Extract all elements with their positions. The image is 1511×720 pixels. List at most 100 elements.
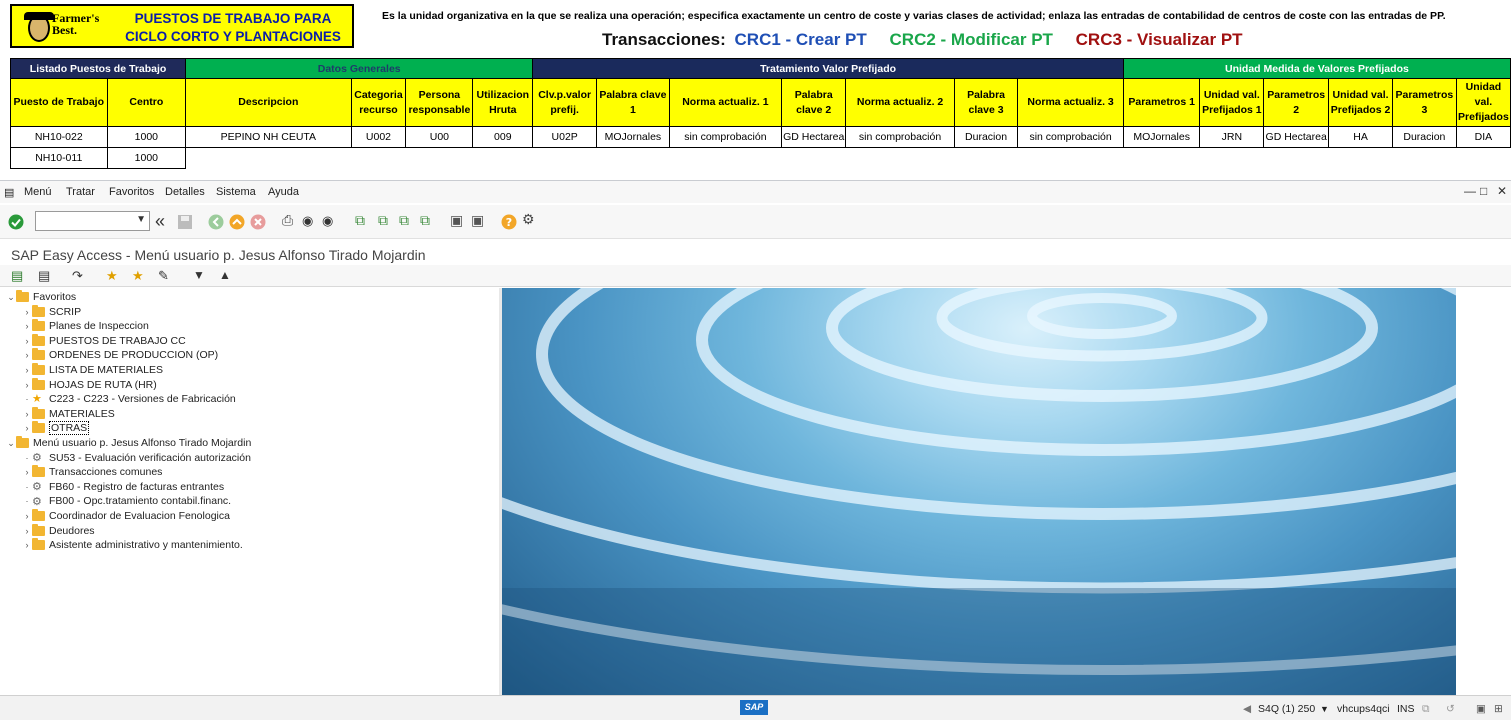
table-cell[interactable]: NH10-011 [10, 147, 108, 169]
table-cell[interactable]: U00 [405, 126, 474, 148]
table-cell[interactable]: Duracion [953, 126, 1019, 148]
first-page-icon[interactable]: ⧉ [355, 212, 371, 228]
menu-item-detalles[interactable]: Detalles [165, 186, 205, 198]
table-cell[interactable]: PEPINO NH CEUTA [185, 126, 352, 148]
expand-icon[interactable]: › [22, 307, 32, 317]
tree-node-favorite[interactable]: › SCRIP [22, 304, 81, 319]
expand-icon[interactable]: › [22, 511, 32, 521]
table-cell[interactable]: 1000 [106, 147, 187, 169]
previous-page-icon[interactable]: ⧉ [378, 212, 394, 228]
tree-node-user-item[interactable]: › Asistente administrativo y mantenimient… [22, 538, 243, 552]
edit-favorite-icon[interactable]: ✎ [158, 268, 174, 284]
menu-item-favoritos[interactable]: Favoritos [109, 186, 154, 198]
table-cell[interactable]: U002 [350, 126, 407, 148]
table-cell[interactable]: GD Hectarea [1263, 126, 1330, 148]
tree-node-user-item[interactable]: · ⚙ FB00 - Opc.tratamiento contabil.financ… [22, 494, 232, 508]
tree-node-favorite[interactable]: › LISTA DE MATERIALES [22, 363, 163, 377]
insert-mode[interactable]: INS [1397, 703, 1415, 715]
tree-node-favorite[interactable]: › ORDENES DE PRODUCCION (OP) [22, 348, 218, 362]
back-icon[interactable] [208, 214, 224, 230]
tree-node-user-item[interactable]: › Transacciones comunes [22, 465, 162, 479]
table-cell[interactable]: MOJornales [1122, 126, 1201, 148]
expand-icon[interactable]: › [22, 321, 32, 331]
table-cell[interactable]: DIA [1455, 126, 1511, 148]
expand-icon[interactable]: · [22, 394, 32, 404]
lock-icon[interactable]: ▣ [1476, 703, 1486, 715]
settings-gear-icon[interactable]: ⚙ [522, 211, 538, 227]
next-page-icon[interactable]: ⧉ [399, 212, 415, 228]
collapse-icon[interactable]: ⌄ [6, 292, 16, 303]
tree-node-user-item[interactable]: › Deudores [22, 523, 95, 538]
expand-icon[interactable]: · [22, 453, 32, 463]
table-cell[interactable]: 009 [472, 126, 534, 148]
new-session-icon[interactable]: ▣ [450, 212, 466, 228]
expand-icon[interactable]: › [22, 409, 32, 419]
table-cell[interactable]: 1000 [106, 126, 187, 148]
expand-icon[interactable]: · [22, 482, 32, 492]
find-next-icon[interactable]: ◉ [322, 213, 338, 229]
move-down-icon[interactable]: ▼ [193, 268, 209, 284]
sap-menu-icon[interactable]: ▤ [38, 268, 54, 284]
cancel-icon[interactable] [250, 214, 266, 230]
tree-node-favorite[interactable]: › OTRAS [22, 421, 90, 436]
table-cell[interactable]: GD Hectarea [781, 126, 847, 148]
enter-check-icon[interactable] [8, 214, 24, 230]
tree-node-user-menu[interactable]: ⌄ Menú usuario p. Jesus Alfonso Tirado Mo… [6, 436, 251, 450]
command-field[interactable]: ▼ [35, 211, 150, 231]
tree-node-favoritos[interactable]: ⌄ Favoritos [6, 290, 76, 304]
tree-node-favorite[interactable]: · ★ C223 - C223 - Versiones de Fabricación [22, 392, 236, 406]
table-cell[interactable]: sin comprobación [1017, 126, 1124, 148]
last-page-icon[interactable]: ⧉ [420, 212, 436, 228]
collapse-icon[interactable]: ⌄ [6, 438, 16, 449]
tree-node-user-item[interactable]: › Coordinador de Evaluacion Fenologica [22, 509, 230, 523]
system-dropdown-icon[interactable]: ▼ [1320, 704, 1329, 714]
move-up-icon[interactable]: ▲ [219, 268, 235, 284]
system-info[interactable]: S4Q (1) 250 [1258, 703, 1315, 715]
menu-item-ayuda[interactable]: Ayuda [268, 186, 299, 198]
expand-icon[interactable]: › [22, 365, 32, 375]
status-icon-1[interactable]: ⧉ [1422, 703, 1430, 716]
expand-icon[interactable]: › [22, 540, 32, 550]
add-favorite-icon[interactable]: ★ [106, 268, 122, 284]
expand-icon[interactable]: › [22, 336, 32, 346]
expand-icon[interactable]: › [22, 423, 32, 433]
delete-favorite-icon[interactable]: ★ [132, 268, 148, 284]
close-icon[interactable]: ✕ [1497, 184, 1507, 198]
menu-item-sistema[interactable]: Sistema [216, 186, 256, 198]
status-icon-3[interactable]: ⊞ [1494, 703, 1503, 715]
save-icon[interactable] [177, 214, 193, 230]
find-icon[interactable]: ◉ [302, 213, 318, 229]
status-arrow-icon[interactable]: ◀ [1243, 703, 1251, 715]
help-icon[interactable]: ? [501, 214, 517, 230]
table-cell[interactable]: HA [1328, 126, 1393, 148]
menu-item-menu[interactable]: Menú [24, 186, 52, 198]
tree-node-user-item[interactable]: · ⚙ SU53 - Evaluación verificación autoriz… [22, 451, 251, 465]
exit-icon[interactable] [229, 214, 245, 230]
expand-icon[interactable]: › [22, 380, 32, 390]
tree-node-favorite[interactable]: › MATERIALES [22, 406, 115, 421]
expand-icon[interactable]: › [22, 350, 32, 360]
chevron-down-icon[interactable]: ▼ [136, 214, 146, 225]
other-menu-icon[interactable]: ↷ [72, 268, 88, 284]
user-menu-icon[interactable]: ▤ [11, 268, 27, 284]
shortcut-icon[interactable]: ▣ [471, 212, 487, 228]
minimize-icon[interactable]: — [1464, 184, 1476, 198]
expand-icon[interactable]: › [22, 467, 32, 477]
back-double-arrow-icon[interactable]: « [155, 211, 171, 231]
expand-icon[interactable]: · [22, 496, 32, 506]
table-cell[interactable]: sin comprobación [845, 126, 955, 148]
table-cell[interactable]: U02P [532, 126, 598, 148]
menu-item-tratar[interactable]: Tratar [66, 186, 95, 198]
print-icon[interactable]: ⎙ [282, 212, 298, 228]
expand-icon[interactable]: › [22, 526, 32, 536]
tree-node-favorite[interactable]: › Planes de Inspeccion [22, 319, 149, 333]
tree-node-user-item[interactable]: · ⚙ FB60 - Registro de facturas entrantes [22, 480, 225, 494]
tree-node-favorite[interactable]: › PUESTOS DE TRABAJO CC [22, 333, 186, 348]
status-icon-2[interactable]: ↺ [1446, 703, 1455, 715]
table-cell[interactable]: Duracion [1391, 126, 1457, 148]
maximize-icon[interactable]: □ [1480, 184, 1487, 198]
table-cell[interactable]: JRN [1199, 126, 1265, 148]
table-cell[interactable]: MOJornales [596, 126, 670, 148]
menu-icon[interactable]: ▤ [4, 186, 14, 199]
table-cell[interactable]: NH10-022 [10, 126, 108, 148]
